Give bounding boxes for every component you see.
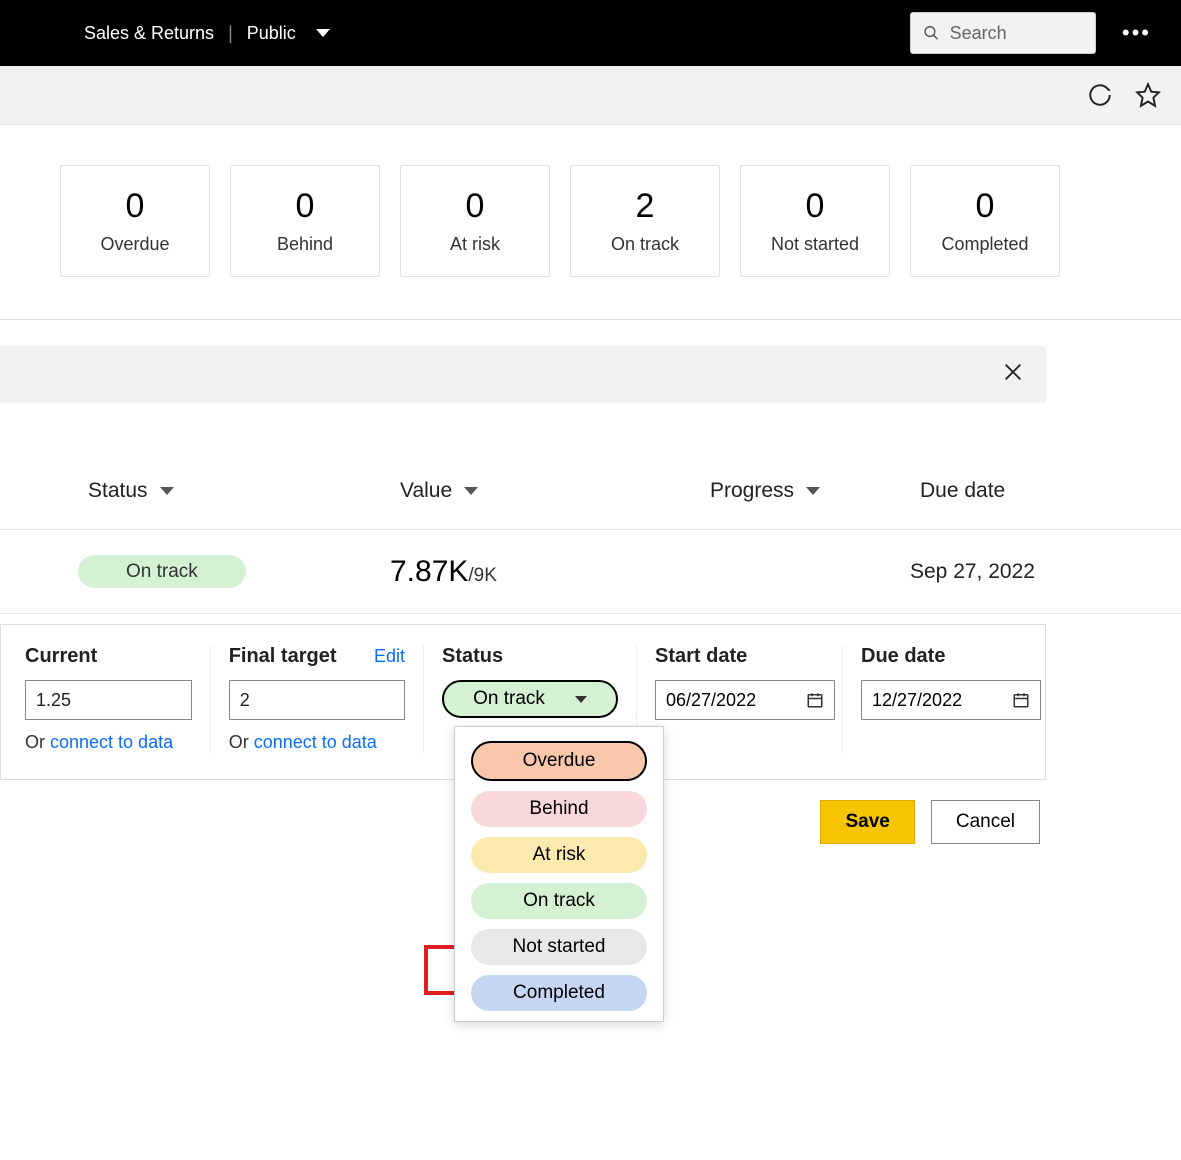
divider: | — [228, 23, 233, 44]
final-or: Or connect to data — [229, 732, 405, 753]
card-label: Completed — [941, 234, 1028, 255]
status-menu: Overdue Behind At risk On track Not star… — [454, 726, 664, 1022]
calendar-icon — [806, 691, 824, 709]
current-input[interactable] — [25, 680, 192, 720]
final-label: Final target — [229, 645, 337, 668]
status-dropdown[interactable]: On track Overdue Behind At risk On track… — [442, 680, 618, 718]
row-value: 7.87K/9K — [390, 555, 700, 589]
col-progress[interactable]: Progress — [610, 479, 870, 503]
due-date-input[interactable]: 12/27/2022 — [861, 680, 1041, 720]
card-count: 0 — [806, 187, 825, 226]
col-value[interactable]: Value — [305, 479, 610, 503]
card-behind[interactable]: 0 Behind — [230, 165, 380, 277]
card-label: On track — [611, 234, 679, 255]
edit-link[interactable]: Edit — [374, 646, 405, 667]
refresh-button[interactable] — [1087, 82, 1113, 108]
topbar-right: ••• — [910, 12, 1151, 54]
card-label: Not started — [771, 234, 859, 255]
calendar-icon — [1012, 691, 1030, 709]
card-count: 0 — [296, 187, 315, 226]
card-overdue[interactable]: 0 Overdue — [60, 165, 210, 277]
card-label: At risk — [450, 234, 500, 255]
col-label: Progress — [710, 479, 794, 503]
option-ontrack[interactable]: On track — [471, 883, 647, 919]
refresh-icon — [1087, 82, 1113, 108]
option-overdue[interactable]: Overdue — [471, 741, 647, 781]
row-status: On track — [0, 561, 390, 583]
chevron-down-icon — [160, 487, 174, 495]
option-notstarted[interactable]: Not started — [471, 929, 647, 965]
card-ontrack[interactable]: 2 On track — [570, 165, 720, 277]
card-notstarted[interactable]: 0 Not started — [740, 165, 890, 277]
due-col: Due date 12/27/2022 — [843, 645, 1039, 753]
due-date-value: 12/27/2022 — [872, 690, 962, 711]
search-box[interactable] — [910, 12, 1096, 54]
column-headers: Status Value Progress Due date — [0, 479, 1181, 529]
value-target: /9K — [468, 565, 497, 586]
workspace-selector[interactable]: Sales & Returns | Public — [84, 23, 330, 44]
value-number: 7.87K — [390, 555, 468, 588]
star-icon — [1135, 82, 1161, 108]
panel-header — [0, 346, 1046, 403]
due-label: Due date — [861, 645, 1021, 668]
option-completed[interactable]: Completed — [471, 975, 647, 1011]
start-date-value: 06/27/2022 — [666, 690, 756, 711]
col-due[interactable]: Due date — [870, 479, 1070, 503]
status-pill: On track — [78, 555, 246, 588]
status-cards: 0 Overdue 0 Behind 0 At risk 2 On track … — [0, 165, 1181, 277]
chevron-down-icon — [575, 696, 587, 703]
cancel-button[interactable]: Cancel — [931, 800, 1040, 844]
card-atrisk[interactable]: 0 At risk — [400, 165, 550, 277]
close-icon — [1002, 361, 1024, 383]
col-label: Status — [88, 479, 148, 503]
final-col: Final target Edit Or connect to data — [211, 645, 424, 753]
visibility-label: Public — [247, 23, 296, 44]
search-icon — [923, 23, 940, 43]
favorite-button[interactable] — [1135, 82, 1161, 108]
card-label: Behind — [277, 234, 333, 255]
option-atrisk[interactable]: At risk — [471, 837, 647, 873]
current-label: Current — [25, 645, 192, 668]
top-bar: Sales & Returns | Public ••• — [0, 0, 1181, 66]
row-due: Sep 27, 2022 — [910, 560, 1035, 584]
col-label: Due date — [920, 479, 1005, 503]
search-input[interactable] — [950, 23, 1083, 44]
card-count: 0 — [976, 187, 995, 226]
start-col: Start date 06/27/2022 — [637, 645, 843, 753]
close-button[interactable] — [1002, 361, 1024, 388]
col-label: Value — [400, 479, 452, 503]
status-col: Status On track Overdue Behind At risk O… — [424, 645, 637, 753]
save-button[interactable]: Save — [820, 800, 914, 844]
card-count: 0 — [466, 187, 485, 226]
chevron-down-icon — [464, 487, 478, 495]
connect-data-link[interactable]: connect to data — [50, 732, 173, 752]
card-count: 0 — [126, 187, 145, 226]
card-label: Overdue — [100, 234, 169, 255]
start-date-input[interactable]: 06/27/2022 — [655, 680, 835, 720]
final-input[interactable] — [229, 680, 405, 720]
col-status[interactable]: Status — [0, 479, 305, 503]
current-col: Current Or connect to data — [7, 645, 211, 753]
chevron-down-icon — [806, 487, 820, 495]
more-menu[interactable]: ••• — [1122, 20, 1151, 46]
metric-row[interactable]: On track 7.87K/9K Sep 27, 2022 — [0, 529, 1181, 614]
status-label: Status — [442, 645, 618, 668]
status-value: On track — [473, 688, 545, 710]
connect-data-link[interactable]: connect to data — [254, 732, 377, 752]
current-or: Or connect to data — [25, 732, 192, 753]
chevron-down-icon — [316, 29, 330, 37]
edit-panel: Current Or connect to data Final target E… — [0, 624, 1046, 780]
card-completed[interactable]: 0 Completed — [910, 165, 1060, 277]
card-count: 2 — [636, 187, 655, 226]
action-bar — [0, 66, 1181, 125]
status-cards-area: 0 Overdue 0 Behind 0 At risk 2 On track … — [0, 125, 1181, 320]
option-behind[interactable]: Behind — [471, 791, 647, 827]
workspace-name: Sales & Returns — [84, 23, 214, 44]
start-label: Start date — [655, 645, 824, 668]
